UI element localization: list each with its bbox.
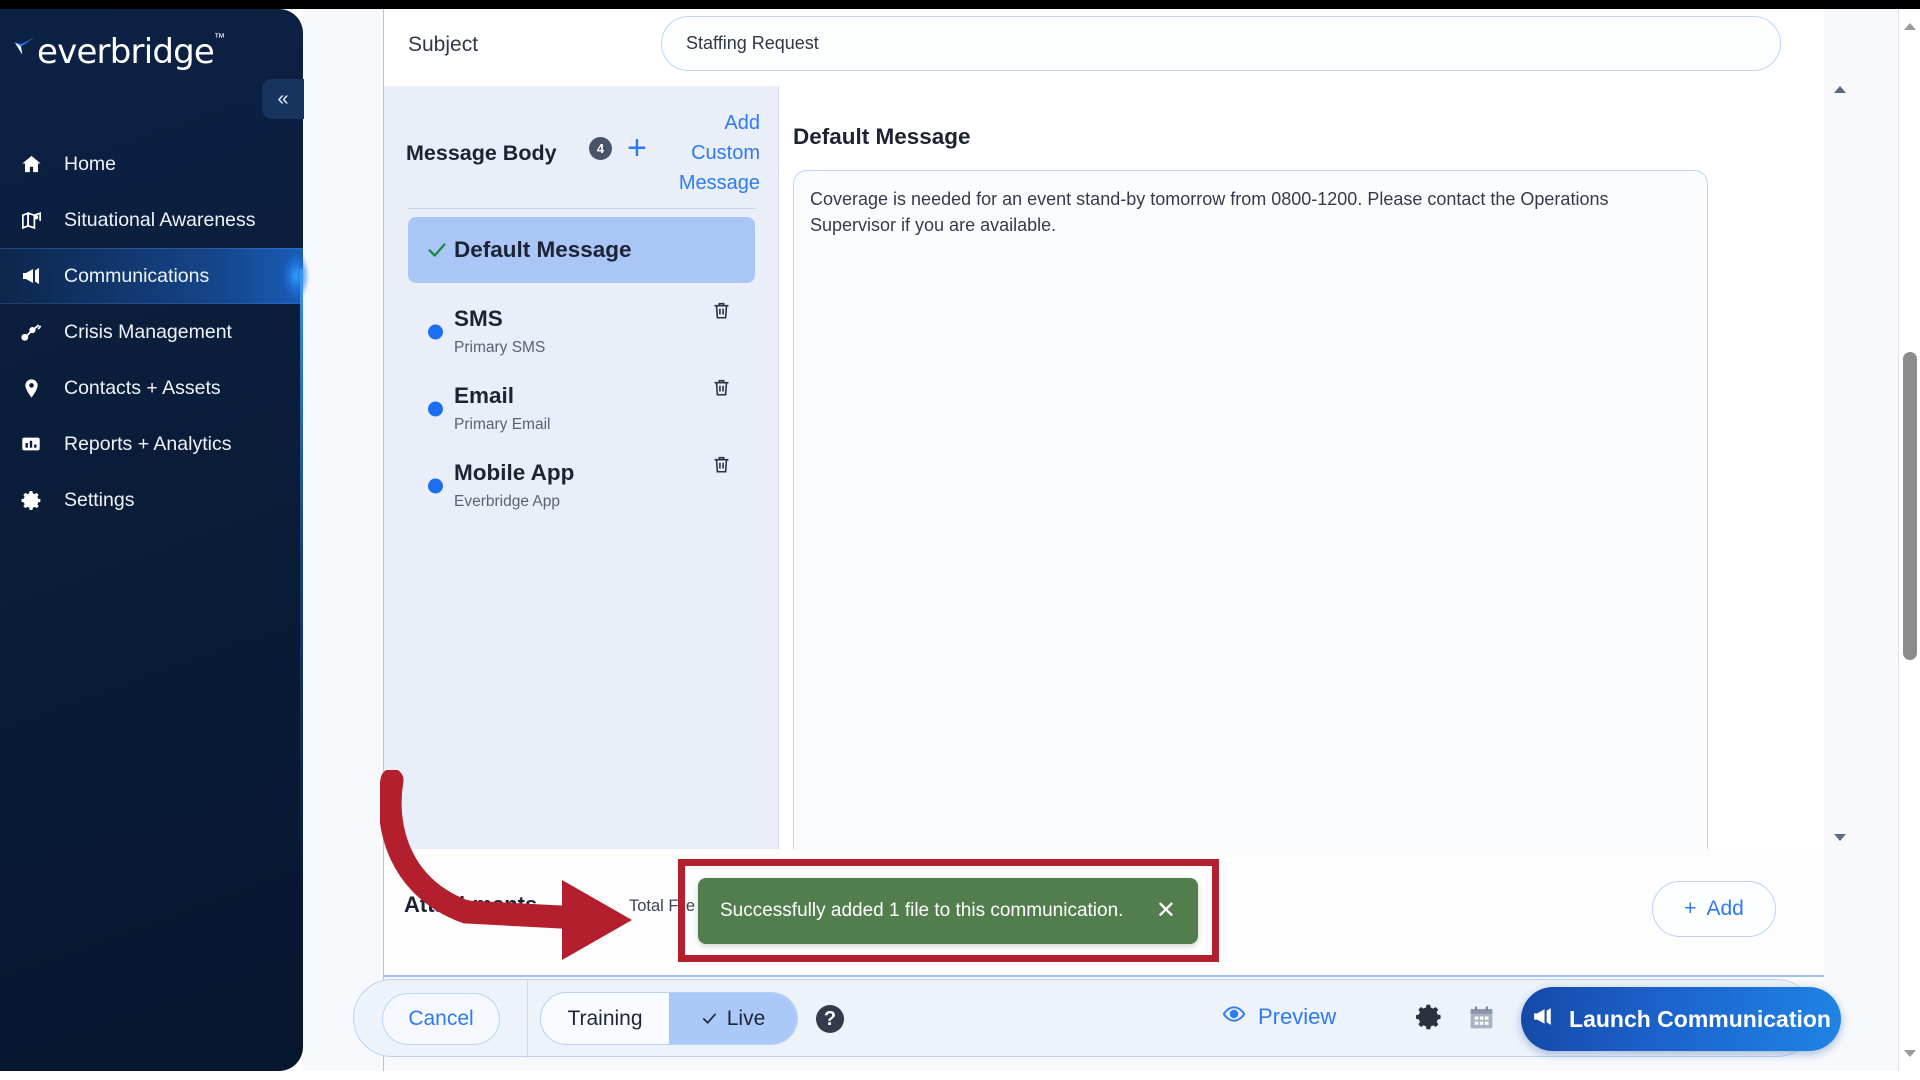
message-list-item-default[interactable]: Default Message (408, 217, 755, 283)
message-body-count-badge: 4 (589, 137, 612, 160)
scrollbar-down-arrow[interactable] (1904, 1050, 1916, 1057)
delete-icon[interactable] (711, 453, 733, 477)
toast-message: Successfully added 1 file to this commun… (720, 900, 1124, 921)
mode-option-label: Training (567, 1006, 643, 1030)
message-list-item-email[interactable]: Email Primary Email (408, 370, 755, 447)
scroll-up-arrow[interactable] (1834, 86, 1846, 93)
sidebar-item-label: Communications (64, 264, 210, 287)
add-attachment-label: Add (1706, 897, 1744, 920)
cancel-button[interactable]: Cancel (382, 993, 500, 1045)
browser-scrollbar[interactable] (1898, 9, 1920, 1071)
chevron-left-double-icon: « (277, 87, 289, 110)
scrollbar-thumb[interactable] (1903, 352, 1917, 660)
bar-chart-icon (20, 432, 50, 456)
sidebar-item-communications[interactable]: Communications (0, 248, 303, 304)
mode-toggle[interactable]: Training Live (540, 992, 798, 1045)
subject-label: Subject (408, 33, 479, 56)
message-body-text: Coverage is needed for an event stand-by… (810, 189, 1609, 235)
message-item-name: SMS (454, 306, 503, 331)
mode-option-live[interactable]: Live (669, 993, 797, 1044)
attachments-title: Attachments (404, 892, 538, 917)
message-list-item-mobile-app[interactable]: Mobile App Everbridge App (408, 447, 755, 524)
subject-bar: Subject (384, 9, 1824, 86)
app-root: everbridge ™ « Home Situational Awarenes… (0, 0, 1920, 1080)
sidebar-collapse-button[interactable]: « (262, 79, 304, 119)
sidebar-item-situational-awareness[interactable]: Situational Awareness (0, 192, 303, 248)
sidebar-item-label: Settings (64, 488, 135, 511)
add-custom-message-link[interactable]: Add Custom Message (670, 108, 760, 198)
message-body-textarea[interactable]: Coverage is needed for an event stand-by… (793, 170, 1708, 922)
launch-label: Launch Communication (1569, 1005, 1831, 1032)
message-item-name: Default Message (454, 237, 632, 262)
megaphone-icon (1531, 1004, 1556, 1035)
mode-option-training[interactable]: Training (541, 993, 669, 1044)
message-body-list: Default Message SMS Primary SMS Email Pr… (384, 217, 779, 835)
mode-option-label: Live (726, 1006, 766, 1030)
question-mark-icon[interactable]: ? (816, 1005, 844, 1033)
detail-title: Default Message (793, 124, 971, 149)
brand-name: everbridge (37, 32, 215, 72)
preview-label: Preview (1258, 1004, 1337, 1029)
message-body-header: Message Body 4 + Add Custom Message (384, 86, 779, 208)
message-item-name: Mobile App (454, 460, 575, 485)
subject-input[interactable] (661, 16, 1781, 71)
map-pin-icon (20, 208, 50, 232)
brand-trademark: ™ (214, 32, 226, 44)
detail-pane-scrollbar[interactable] (1833, 86, 1847, 841)
add-attachment-button[interactable]: + Add (1652, 881, 1776, 937)
plus-icon: + (1684, 897, 1697, 920)
message-list-item-sms[interactable]: SMS Primary SMS (408, 293, 755, 370)
left-sidebar: everbridge ™ « Home Situational Awarenes… (0, 9, 304, 1071)
message-item-name: Email (454, 383, 515, 408)
megaphone-icon (20, 264, 50, 288)
calendar-icon[interactable] (1467, 1003, 1497, 1035)
message-item-subtitle: Primary SMS (454, 339, 546, 356)
close-icon[interactable]: ✕ (1156, 899, 1176, 923)
home-icon (20, 152, 50, 176)
bullet-icon (428, 324, 443, 339)
message-body-separator (408, 208, 756, 209)
message-body-panel: Message Body 4 + Add Custom Message Defa… (384, 86, 779, 849)
eye-icon (1222, 1002, 1246, 1032)
sidebar-item-label: Reports + Analytics (64, 432, 232, 455)
sidebar-item-contacts-assets[interactable]: Contacts + Assets (0, 360, 303, 416)
sidebar-item-label: Home (64, 152, 117, 175)
sidebar-item-reports-analytics[interactable]: Reports + Analytics (0, 416, 303, 472)
sidebar-item-settings[interactable]: Settings (0, 472, 303, 528)
location-pin-icon (20, 376, 50, 400)
sidebar-item-label: Crisis Management (64, 320, 232, 343)
message-item-subtitle: Everbridge App (454, 493, 560, 510)
launch-communication-button[interactable]: Launch Communication (1521, 987, 1841, 1051)
bullet-icon (428, 478, 443, 493)
workflow-icon (20, 320, 50, 344)
check-icon (426, 239, 448, 261)
preview-button[interactable]: Preview (1222, 1002, 1336, 1032)
top-black-strip (0, 0, 1920, 9)
gear-icon[interactable] (1414, 1002, 1444, 1034)
sidebar-edge-glow (300, 269, 303, 909)
sidebar-item-label: Contacts + Assets (64, 376, 221, 399)
success-toast: Successfully added 1 file to this commun… (698, 878, 1198, 944)
sidebar-item-home[interactable]: Home (0, 136, 303, 192)
bullet-icon (428, 401, 443, 416)
message-item-subtitle: Primary Email (454, 416, 551, 433)
delete-icon[interactable] (711, 376, 733, 400)
scrollbar-up-arrow[interactable] (1904, 23, 1916, 30)
message-detail-pane: Default Message Coverage is needed for a… (779, 86, 1824, 922)
bottom-action-bar: Cancel Training Live ? Preview Launch Co… (353, 979, 1841, 1058)
sidebar-item-label: Situational Awareness (64, 208, 256, 231)
gear-icon (20, 488, 50, 512)
message-body-title: Message Body (406, 141, 557, 165)
brand-logo[interactable]: everbridge ™ (12, 32, 225, 72)
action-bar-divider (527, 980, 528, 1058)
sidebar-nav: Home Situational Awareness Communication… (0, 136, 303, 528)
delete-icon[interactable] (711, 299, 733, 323)
check-icon (702, 1013, 716, 1024)
scroll-down-arrow[interactable] (1834, 834, 1846, 841)
plus-icon[interactable]: + (627, 131, 647, 165)
sidebar-item-crisis-management[interactable]: Crisis Management (0, 304, 303, 360)
